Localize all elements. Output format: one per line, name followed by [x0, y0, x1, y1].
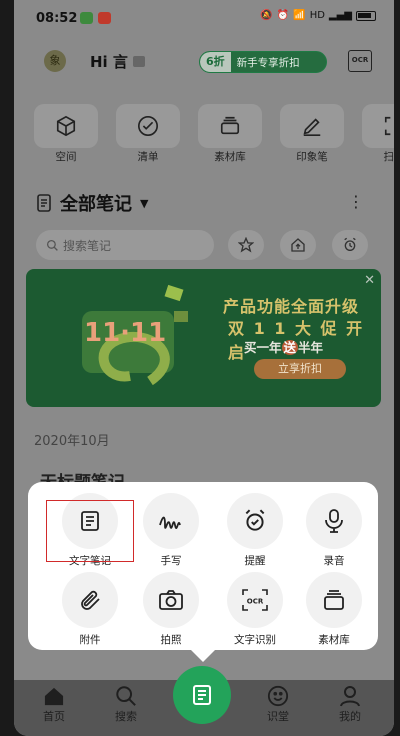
promo-discount: 6折 — [200, 52, 231, 72]
microphone-icon — [325, 509, 343, 533]
handwriting-icon — [159, 516, 181, 529]
paperclip-icon — [81, 590, 100, 610]
tray-icon — [324, 590, 344, 610]
ocr-scan-button[interactable]: OCR — [348, 50, 372, 72]
create-note-popup: 文字笔记 手写 提醒 录音 附件 拍照 OCR 文字识别 素材库 — [28, 482, 378, 662]
status-time: 08:52 — [36, 11, 78, 26]
tray-icon — [220, 116, 240, 135]
app-notification-icon — [80, 12, 93, 24]
chevron-down-icon: ▼ — [140, 196, 149, 210]
promo-pill[interactable]: 6折 新手专享折扣 — [199, 51, 327, 73]
favorites-filter[interactable] — [228, 230, 264, 260]
home-icon — [44, 687, 64, 706]
search-placeholder: 搜索笔记 — [63, 238, 112, 253]
banner-badge: 11·11 — [84, 318, 166, 348]
camera-icon — [159, 590, 183, 610]
banner-cta-button[interactable]: 立享折扣 — [254, 359, 346, 379]
signal-icon: ▂▄▆ — [328, 10, 352, 21]
promo-banner[interactable]: 11·11 产品功能全面升级 双 1 1 大 促 开 启 买一年送半年 立享折扣… — [26, 269, 381, 407]
battery-icon — [356, 10, 376, 21]
mute-icon: 🔕 — [260, 10, 273, 21]
handwriting-option[interactable]: 手写 — [136, 493, 206, 568]
more-options-icon[interactable]: ⋮ — [348, 192, 364, 211]
double-eleven-graphic: 11·11 — [82, 284, 188, 386]
network-type: HD — [309, 10, 325, 21]
shortcut-filter[interactable] — [280, 230, 316, 260]
wifi-icon: 📶 — [293, 10, 306, 21]
shortcut-materials[interactable]: 素材库 — [198, 104, 262, 164]
close-icon[interactable]: ✕ — [364, 273, 375, 288]
person-icon — [340, 686, 360, 707]
promo-text: 新手专享折扣 — [236, 56, 300, 69]
smile-icon — [267, 685, 289, 707]
highlight-box — [46, 500, 134, 562]
ocr-option[interactable]: OCR 文字识别 — [220, 572, 290, 647]
new-note-fab[interactable] — [173, 666, 231, 724]
status-bar: 08:52 🔕 ⏰ 📶 HD ▂▄▆ — [14, 0, 394, 38]
phone-screen: 08:52 🔕 ⏰ 📶 HD ▂▄▆ 象 Hi 言 6折 新手专享折扣 OCR … — [14, 0, 394, 736]
notes-section-title[interactable]: 全部笔记 ▼ — [36, 190, 148, 216]
reminder-option[interactable]: 提醒 — [220, 493, 290, 568]
alarm-status-icon: ⏰ — [276, 10, 290, 21]
tab-home[interactable]: 首页 — [24, 684, 84, 724]
app-notification-icon — [98, 12, 111, 24]
scan-icon — [384, 116, 391, 136]
audio-option[interactable]: 录音 — [299, 493, 369, 568]
banner-line3: 买一年送半年 — [244, 340, 324, 355]
tab-search[interactable]: 搜索 — [96, 684, 156, 724]
date-group-header: 2020年10月 — [34, 434, 110, 449]
search-input[interactable]: 搜索笔记 — [36, 230, 214, 260]
status-icons: 🔕 ⏰ 📶 HD ▂▄▆ — [260, 10, 376, 21]
star-icon — [238, 237, 254, 253]
home-up-icon — [291, 238, 305, 252]
ocr-icon: OCR — [242, 589, 268, 611]
banner-line1: 产品功能全面升级 — [223, 297, 360, 316]
cube-icon — [56, 115, 76, 137]
note-icon — [193, 685, 211, 705]
shortcut-pen[interactable]: 印象笔 — [280, 104, 344, 164]
shortcut-scan[interactable]: 扫描 — [362, 104, 394, 164]
greeting: Hi 言 — [90, 51, 146, 72]
notebook-icon — [37, 194, 51, 212]
materials-option[interactable]: 素材库 — [299, 572, 369, 647]
alarm-icon — [344, 237, 356, 251]
search-icon — [116, 686, 136, 706]
attachment-option[interactable]: 附件 — [55, 572, 125, 647]
shortcut-row: 空间 清单 素材库 印象笔 扫描 — [34, 104, 394, 164]
badge-icon — [133, 56, 146, 67]
alarm-icon — [245, 509, 265, 531]
shortcut-checklist[interactable]: 清单 — [116, 104, 180, 164]
pen-icon — [303, 118, 321, 136]
avatar[interactable]: 象 — [44, 50, 66, 72]
shortcut-space[interactable]: 空间 — [34, 104, 98, 164]
tab-profile[interactable]: 我的 — [320, 684, 380, 724]
tab-learning[interactable]: 识堂 — [248, 684, 308, 724]
camera-option[interactable]: 拍照 — [136, 572, 206, 647]
search-icon — [46, 239, 58, 251]
svg-text:OCR: OCR — [247, 598, 264, 606]
check-circle-icon — [138, 116, 158, 136]
reminder-filter[interactable] — [332, 230, 368, 260]
